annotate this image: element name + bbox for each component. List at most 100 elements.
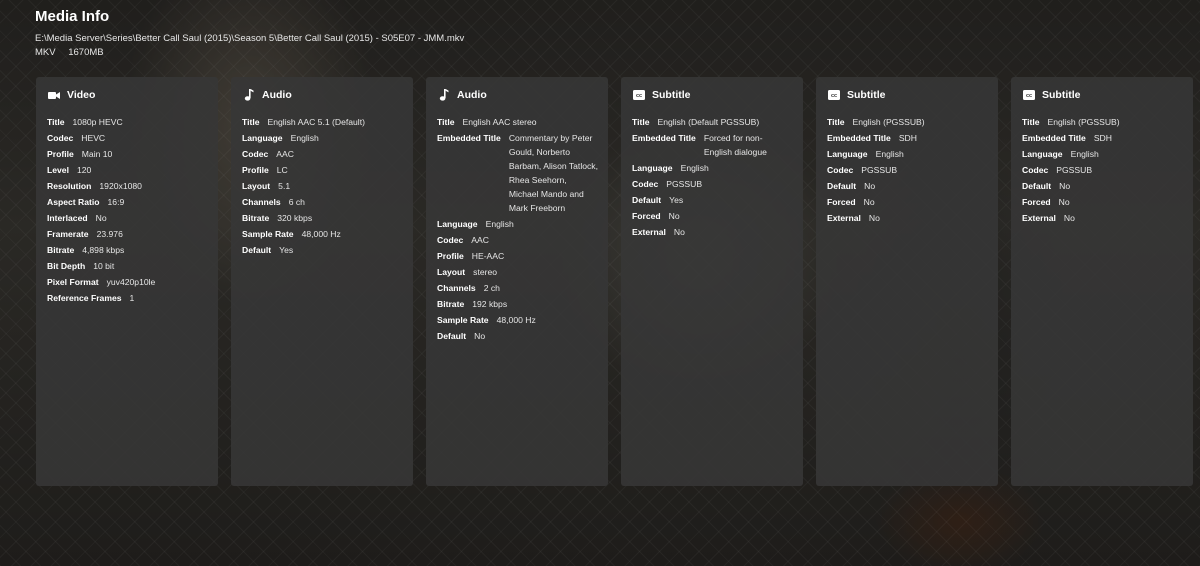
stream-property-row: Default No [827, 179, 988, 193]
property-value: English [1070, 149, 1099, 159]
property-value: No [1059, 181, 1071, 191]
stream-property-row: Title English (PGSSUB) [827, 115, 988, 129]
stream-property-row: Forced No [632, 209, 793, 223]
property-value: 23.976 [96, 229, 123, 239]
property-value: No [864, 181, 876, 191]
svg-text:cc: cc [831, 93, 837, 99]
property-value: English (PGSSUB) [852, 117, 925, 127]
file-size: 1670MB [68, 47, 104, 58]
closed-caption-icon: cc [632, 89, 646, 101]
stream-property-row: Title 1080p HEVC [47, 115, 208, 129]
stream-card-subtitle: cc Subtitle Title English (PGSSUB) Embedded … [816, 77, 998, 486]
stream-property-row: External No [1022, 211, 1183, 225]
stream-property-row: Title English (PGSSUB) [1022, 115, 1183, 129]
stream-card-header: cc Subtitle [827, 89, 988, 101]
property-label: Embedded Title [437, 133, 501, 143]
property-value: AAC [471, 235, 489, 245]
property-value: 1 [129, 293, 135, 303]
stream-property-row: Forced No [827, 195, 988, 209]
property-label: Default [827, 181, 857, 191]
stream-property-row: Codec PGSSUB [632, 177, 793, 191]
stream-property-row: Default Yes [632, 193, 793, 207]
property-label: Channels [242, 197, 281, 207]
property-value: yuv420p10le [106, 277, 156, 287]
property-label: Codec [632, 179, 659, 189]
property-value: No [474, 331, 486, 341]
stream-property-row: Embedded Title Forced for non-English dia… [632, 131, 793, 159]
property-value: 48,000 Hz [496, 315, 536, 325]
stream-property-row: Language English [632, 161, 793, 175]
property-value: No [1058, 197, 1070, 207]
stream-type-label: Subtitle [1042, 89, 1081, 101]
property-value: PGSSUB [1056, 165, 1093, 175]
property-label: Embedded Title [632, 133, 696, 143]
stream-property-row: Language English [437, 217, 598, 231]
property-value: 192 kbps [472, 299, 508, 309]
property-label: Default [632, 195, 662, 205]
stream-property-row: Bitrate 192 kbps [437, 297, 598, 311]
property-value: Yes [669, 195, 684, 205]
stream-property-row: Codec PGSSUB [827, 163, 988, 177]
property-label: Title [437, 117, 455, 127]
property-value: 1920x1080 [99, 181, 142, 191]
property-label: Codec [47, 133, 74, 143]
stream-property-row: Level 120 [47, 163, 208, 177]
property-label: Language [1022, 149, 1063, 159]
stream-card-audio: Audio Title English AAC stereo Embedded Tit… [426, 77, 608, 486]
music-note-icon [242, 89, 256, 101]
stream-property-row: Embedded Title Commentary by Peter Gould,… [437, 131, 598, 215]
property-label: Title [47, 117, 65, 127]
property-label: Title [242, 117, 260, 127]
property-label: Bitrate [47, 245, 75, 255]
stream-property-row: Codec PGSSUB [1022, 163, 1183, 177]
stream-type-label: Audio [262, 89, 292, 101]
container-format: MKV [35, 47, 56, 58]
stream-property-row: Language English [827, 147, 988, 161]
property-label: Profile [47, 149, 74, 159]
stream-property-row: External No [632, 225, 793, 239]
property-value: No [668, 211, 680, 221]
stream-property-row: Resolution 1920x1080 [47, 179, 208, 193]
property-value: 16:9 [107, 197, 125, 207]
property-label: Codec [242, 149, 269, 159]
property-label: Interlaced [47, 213, 88, 223]
stream-property-row: Pixel Format yuv420p10le [47, 275, 208, 289]
property-value: AAC [276, 149, 294, 159]
property-value: No [95, 213, 107, 223]
property-value: 2 ch [483, 283, 500, 293]
stream-card-subtitle: cc Subtitle Title English (Default PGSSUB) E… [621, 77, 803, 486]
property-label: Forced [1022, 197, 1051, 207]
property-label: Level [47, 165, 69, 175]
property-value: Yes [279, 245, 294, 255]
property-value: PGSSUB [666, 179, 703, 189]
property-label: Bit Depth [47, 261, 86, 271]
stream-card-header: Video [47, 89, 208, 101]
property-value: SDH [898, 133, 917, 143]
property-value: No [868, 213, 880, 223]
stream-property-row: Reference Frames 1 [47, 291, 208, 305]
stream-property-row: Forced No [1022, 195, 1183, 209]
file-summary: MKV 1670MB [35, 46, 464, 60]
property-value: Commentary by Peter Gould, Norberto Barb… [508, 133, 598, 213]
stream-property-row: Bit Depth 10 bit [47, 259, 208, 273]
property-label: Profile [437, 251, 464, 261]
property-value: stereo [473, 267, 498, 277]
property-label: Default [1022, 181, 1052, 191]
stream-property-row: Sample Rate 48,000 Hz [242, 227, 403, 241]
stream-property-row: Codec HEVC [47, 131, 208, 145]
property-value: No [863, 197, 875, 207]
property-label: Language [437, 219, 478, 229]
property-label: Channels [437, 283, 476, 293]
property-label: External [1022, 213, 1056, 223]
stream-type-label: Audio [457, 89, 487, 101]
property-label: Title [1022, 117, 1040, 127]
stream-property-row: Profile HE-AAC [437, 249, 598, 263]
stream-property-row: Channels 6 ch [242, 195, 403, 209]
stream-property-row: External No [827, 211, 988, 225]
stream-property-row: Embedded Title SDH [1022, 131, 1183, 145]
property-label: Language [827, 149, 868, 159]
stream-property-row: Language English [242, 131, 403, 145]
video-camera-icon [47, 89, 61, 101]
property-value: English [485, 219, 514, 229]
stream-card-video: Video Title 1080p HEVC Codec HEVC Profile Main… [36, 77, 218, 486]
